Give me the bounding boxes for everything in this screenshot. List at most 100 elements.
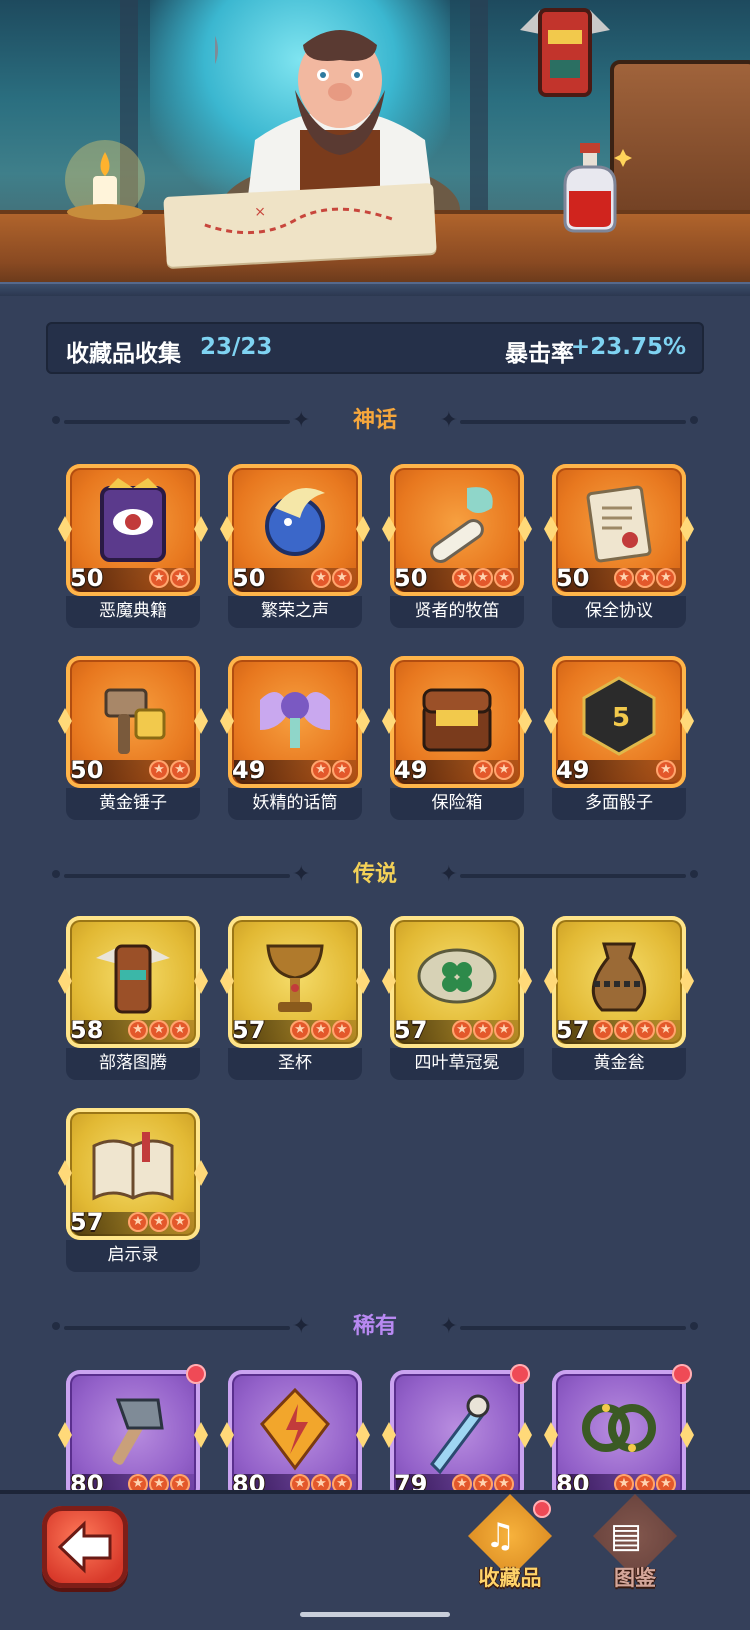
item-name: 启示录 [66, 1240, 200, 1272]
item-name: 繁荣之声 [228, 596, 362, 628]
d20-dice-icon: 5 [582, 676, 656, 756]
item-level: 57 [394, 1016, 428, 1044]
treasure-map: × [163, 182, 437, 268]
collectible-card[interactable]: 50 ★ ★ 繁荣之声 [220, 464, 370, 628]
section-header-legendary: ✦ ✦ 传说 [52, 860, 698, 890]
star-rating: ★ ★ ★ [452, 1020, 514, 1042]
collectible-card[interactable]: 80 ★ ★ ★ [544, 1364, 694, 1502]
star-icon: ★ [290, 1020, 310, 1040]
star-icon: ★ [170, 1212, 190, 1232]
back-button[interactable] [42, 1506, 128, 1588]
crit-rate-value: +23.75% [570, 334, 686, 360]
sage-flute-icon [430, 487, 493, 563]
prosperity-orb-icon [265, 488, 325, 556]
collectible-card[interactable]: 49 ★ ★ 保险箱 [382, 656, 532, 820]
star-icon: ★ [656, 760, 676, 780]
star-icon: ★ [635, 568, 655, 588]
notification-badge [533, 1500, 551, 1518]
collection-count: 23/23 [200, 334, 273, 360]
golden-urn-icon [591, 942, 647, 1012]
svg-text:5: 5 [612, 703, 630, 733]
collectible-card[interactable]: 57 ★ ★ ★ 启示录 [58, 1108, 208, 1272]
tribal-totem-icon [96, 944, 170, 1014]
collectible-card[interactable]: 50 ★ ★ ★ 保全协议 [544, 464, 694, 628]
red-potion-icon [545, 135, 635, 235]
tab-collection[interactable]: ♫ 收藏品 [455, 1494, 565, 1614]
item-name: 黄金瓮 [552, 1048, 686, 1080]
demon-book-icon [100, 478, 166, 562]
ice-sword-icon [430, 1394, 490, 1474]
star-icon: ★ [656, 568, 676, 588]
item-level: 50 [70, 564, 104, 592]
treasure-chest-icon [422, 688, 492, 752]
star-rating: ★ ★ [473, 760, 514, 782]
item-level: 58 [70, 1016, 104, 1044]
star-icon: ★ [332, 760, 352, 780]
tiki-mask-decoration [520, 0, 610, 100]
star-icon: ★ [128, 1212, 148, 1232]
star-rating: ★ ★ [149, 568, 190, 590]
collectible-card[interactable]: 49 ★ ★ 妖精的话筒 [220, 656, 370, 820]
section-header-mythic: ✦ ✦ 神话 [52, 406, 698, 436]
star-icon: ★ [332, 1020, 352, 1040]
collectible-card[interactable]: 50 ★ ★ 黄金锤子 [58, 656, 208, 820]
item-name: 圣杯 [228, 1048, 362, 1080]
section-title: 传说 [352, 862, 397, 887]
item-level: 57 [232, 1016, 266, 1044]
item-name: 妖精的话筒 [228, 788, 362, 820]
item-level: 49 [394, 756, 428, 784]
back-arrow-icon [57, 1520, 112, 1574]
collectible-card[interactable]: 50 ★ ★ 恶魔典籍 [58, 464, 208, 628]
star-icon: ★ [149, 1212, 169, 1232]
item-name: 四叶草冠冕 [390, 1048, 524, 1080]
notification-badge [186, 1364, 206, 1384]
item-name: 多面骰子 [552, 788, 686, 820]
item-level: 50 [556, 564, 590, 592]
collectible-card[interactable]: 80 ★ ★ ★ [58, 1364, 208, 1502]
collectible-card[interactable]: 57 ★ ★ ★ ★ 黄金瓮 [544, 916, 694, 1080]
star-icon: ★ [311, 1020, 331, 1040]
tab-codex[interactable]: ▤ 图鉴 [580, 1494, 690, 1614]
item-level: 50 [394, 564, 428, 592]
collectible-card[interactable]: 57 ★ ★ ★ 圣杯 [220, 916, 370, 1080]
revelation-book-icon [92, 1132, 174, 1201]
star-icon: ★ [473, 1020, 493, 1040]
star-rating: ★ ★ ★ [128, 1020, 190, 1042]
home-indicator [300, 1612, 450, 1617]
collectible-card[interactable]: 58 ★ ★ ★ 部落图腾 [58, 916, 208, 1080]
section-header-rare: ✦ ✦ 稀有 [52, 1312, 698, 1342]
star-icon: ★ [614, 1020, 634, 1040]
harp-icon: ♫ [485, 1516, 516, 1556]
item-level: 50 [70, 756, 104, 784]
fairy-microphone-icon [260, 692, 330, 748]
shop-banner-scene: × [0, 0, 750, 290]
notification-badge [510, 1364, 530, 1384]
lightning-crystal-icon [260, 1387, 330, 1471]
star-icon: ★ [128, 1020, 148, 1040]
book-icon: ▤ [610, 1516, 643, 1556]
collectible-card[interactable]: 80 ★ ★ ★ [220, 1370, 370, 1502]
protocol-scroll-icon [586, 485, 652, 563]
star-rating: ★ ★ ★ [452, 568, 514, 590]
star-icon: ★ [170, 568, 190, 588]
tab-collection-label: 收藏品 [478, 1566, 542, 1590]
star-icon: ★ [656, 1020, 676, 1040]
star-icon: ★ [170, 760, 190, 780]
item-level: 49 [556, 756, 590, 784]
item-name: 恶魔典籍 [66, 596, 200, 628]
star-rating: ★ ★ [149, 760, 190, 782]
collectible-card[interactable]: 50 ★ ★ ★ 贤者的牧笛 [382, 464, 532, 628]
star-icon: ★ [149, 1020, 169, 1040]
star-icon: ★ [593, 1020, 613, 1040]
item-name: 贤者的牧笛 [390, 596, 524, 628]
scene-divider [0, 282, 750, 296]
tab-codex-label: 图鉴 [614, 1566, 656, 1590]
star-rating: ★ ★ ★ [128, 1212, 190, 1234]
crit-rate-label: 暴击率 [505, 341, 574, 367]
collectible-card[interactable]: 57 ★ ★ ★ 四叶草冠冕 [382, 916, 532, 1080]
star-icon: ★ [170, 1020, 190, 1040]
collectible-card[interactable]: 5 49 ★ 多面骰子 [544, 656, 694, 820]
collectible-card[interactable]: 79 ★ ★ ★ [382, 1364, 532, 1502]
star-icon: ★ [311, 760, 331, 780]
item-level: 57 [70, 1208, 104, 1236]
